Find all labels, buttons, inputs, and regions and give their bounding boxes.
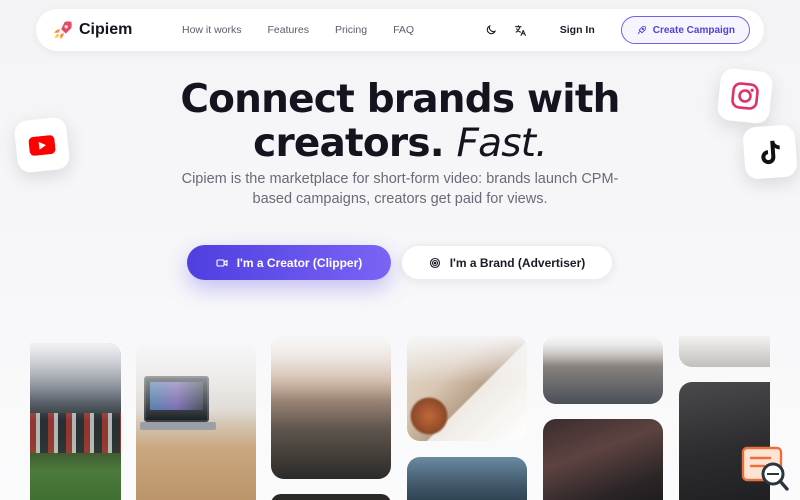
translate-icon[interactable]	[512, 21, 530, 39]
brand-logo[interactable]: Cipiem	[52, 19, 172, 41]
nav-link-features[interactable]: Features	[268, 24, 309, 36]
video-thumbnail-bottom[interactable]	[271, 494, 391, 500]
nav-link-pricing[interactable]: Pricing	[335, 24, 367, 36]
video-thumbnail-stadium[interactable]	[30, 343, 121, 500]
video-camera-icon	[216, 258, 228, 267]
video-thumbnail-workspace[interactable]	[543, 336, 663, 404]
video-thumbnail-laptop-desk[interactable]	[136, 343, 256, 500]
moon-icon[interactable]	[482, 21, 500, 39]
rocket-icon	[637, 25, 646, 34]
rocket-logo-icon	[53, 21, 72, 40]
video-thumbnail-food-table[interactable]	[407, 336, 527, 441]
support-widget-button[interactable]	[741, 446, 791, 494]
create-campaign-label: Create Campaign	[652, 24, 735, 36]
hero-subtitle: Cipiem is the marketplace for short-form…	[181, 171, 619, 207]
hero-title-accent: Fast.	[456, 121, 548, 166]
creator-cta-button[interactable]: I'm a Creator (Clipper)	[187, 245, 391, 280]
video-thumbnail-top-right[interactable]	[679, 336, 770, 367]
hero-title: Connect brands with creators. Fast.	[0, 78, 800, 166]
creator-cta-label: I'm a Creator (Clipper)	[236, 255, 363, 270]
create-campaign-button[interactable]: Create Campaign	[620, 16, 750, 44]
chat-search-icon	[741, 446, 789, 491]
brand-cta-button[interactable]: I'm a Brand (Advertiser)	[401, 245, 613, 280]
nav-links: How it works Features Pricing FAQ	[182, 24, 440, 36]
nav-actions: Sign In Create Campaign	[482, 9, 750, 51]
hero-title-line1: Connect brands with	[180, 77, 620, 122]
hero-title-line2: creators.	[253, 121, 444, 166]
sign-in-link[interactable]: Sign In	[560, 24, 595, 36]
navbar: Cipiem How it works Features Pricing FAQ…	[36, 9, 764, 51]
video-thumbnail-people[interactable]	[271, 336, 391, 479]
target-icon	[429, 257, 440, 268]
video-thumbnail-outdoor[interactable]	[407, 457, 527, 500]
brand-name: Cipiem	[79, 21, 133, 38]
brand-cta-label: I'm a Brand (Advertiser)	[449, 255, 586, 270]
nav-link-how-it-works[interactable]: How it works	[182, 24, 242, 36]
video-thumbnail-night-scene[interactable]	[543, 419, 663, 500]
nav-link-faq[interactable]: FAQ	[393, 24, 414, 36]
